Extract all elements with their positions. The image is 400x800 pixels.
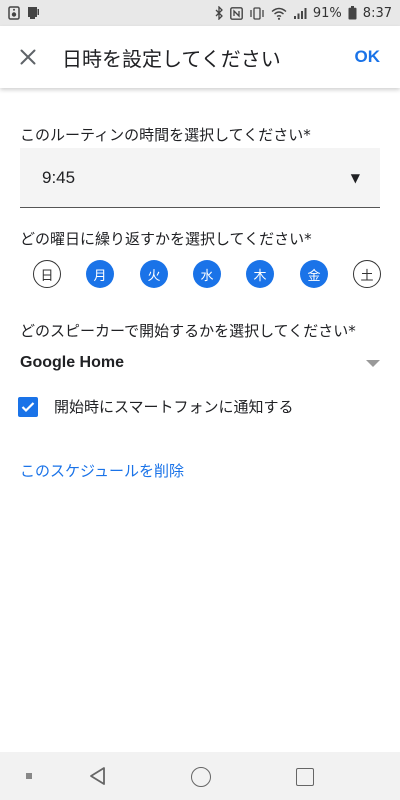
notify-option[interactable]: 開始時にスマートフォンに通知する [18,396,294,417]
day-monday[interactable]: 月 [86,260,114,288]
day-saturday[interactable]: 土 [353,260,381,288]
notify-label: 開始時にスマートフォンに通知する [54,398,294,416]
notify-checkbox[interactable] [18,396,38,417]
days-label: どの曜日に繰り返すかを選択してください* [20,230,312,248]
day-wednesday[interactable]: 水 [193,260,221,288]
time-label: このルーティンの時間を選択してください* [20,126,311,144]
speaker-label: どのスピーカーで開始するかを選択してください* [20,322,356,340]
status-bar: 91% 8:37 [0,0,400,26]
page-title: 日時を設定してください [62,46,281,71]
signal-icon [293,7,307,20]
vibrate-icon [249,6,265,20]
clock: 8:37 [362,5,392,21]
day-sunday[interactable]: 日 [33,260,61,288]
ok-button[interactable]: OK [355,47,381,67]
speaker-app-icon [8,6,20,20]
app-bar: 日時を設定してください OK [0,26,400,88]
day-tuesday[interactable]: 火 [140,260,168,288]
cast-device-icon [26,6,40,20]
day-friday[interactable]: 金 [300,260,328,288]
dropdown-arrow-icon [366,359,380,367]
close-button[interactable] [0,26,56,88]
time-value: 9:45 [42,167,76,187]
delete-schedule-link[interactable]: このスケジュールを削除 [20,460,184,481]
nfc-icon [229,6,243,20]
battery-icon [348,6,357,20]
nav-indicator-icon [26,773,32,779]
nav-back-button[interactable] [88,766,108,790]
day-thursday[interactable]: 木 [246,260,274,288]
dropdown-arrow-icon: ▼ [350,170,360,185]
nav-home-button[interactable] [191,767,211,787]
battery-percent: 91% [312,5,342,21]
bluetooth-icon [214,6,224,20]
speaker-dropdown[interactable]: Google Home [20,350,380,376]
speaker-value: Google Home [20,354,125,371]
nav-recent-apps-button[interactable] [296,768,314,786]
system-nav-bar [0,752,400,800]
checkmark-icon [21,401,35,412]
close-icon [20,49,36,65]
wifi-icon [271,7,287,20]
time-dropdown[interactable]: 9:45 ▼ [20,148,380,208]
back-triangle-icon [90,767,105,785]
